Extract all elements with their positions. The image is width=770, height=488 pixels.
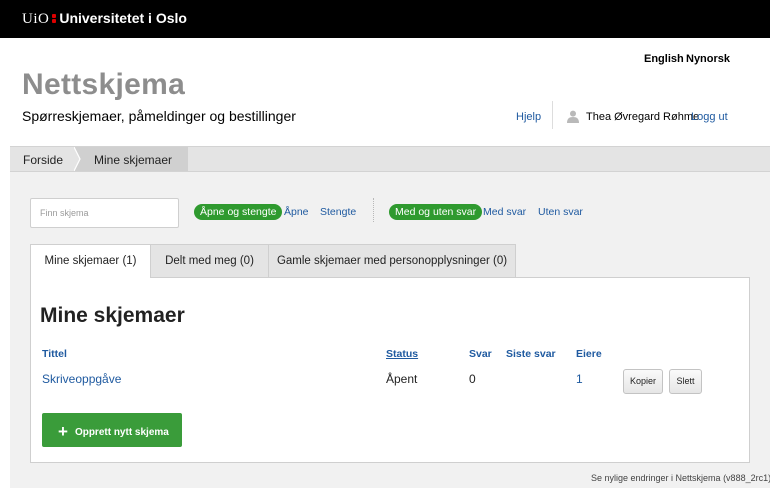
breadcrumb: Forside Mine skjemaer (10, 146, 770, 172)
tab-my-forms[interactable]: Mine skjemaer (1) (30, 244, 151, 278)
app-title[interactable]: Nettskjema (22, 68, 185, 102)
form-answers-count: 0 (469, 372, 476, 386)
plus-icon: + (58, 422, 68, 441)
logout-link[interactable]: Logg ut (691, 111, 728, 123)
create-form-label: Opprett nytt skjema (74, 427, 169, 438)
column-header-last-answer[interactable]: Siste svar (506, 348, 556, 360)
form-owners-link[interactable]: 1 (576, 372, 583, 386)
breadcrumb-current: Mine skjemaer (82, 147, 189, 171)
header-divider (552, 101, 553, 129)
filter-divider (373, 198, 374, 222)
uio-logo[interactable]: UiO Universitetet i Oslo (22, 10, 187, 28)
tab-shared-with-me[interactable]: Delt med meg (0) (150, 244, 269, 277)
form-title-link[interactable]: Skriveoppgåve (42, 372, 121, 386)
logo-separator-icon (51, 13, 57, 24)
create-form-button[interactable]: + Opprett nytt skjema (42, 413, 182, 447)
filter-without-answers-link[interactable]: Uten svar (538, 206, 583, 218)
forms-panel: Mine skjemaer Tittel Status Svar Siste s… (30, 277, 750, 463)
language-english-link[interactable]: English (644, 53, 684, 65)
panel-title: Mine skjemaer (40, 304, 185, 327)
filter-closed-link[interactable]: Stengte (320, 206, 356, 218)
column-header-title[interactable]: Tittel (42, 348, 67, 360)
filter-with-answers-link[interactable]: Med svar (483, 206, 526, 218)
tab-old-forms-personal-data[interactable]: Gamle skjemaer med personopplysninger (0… (268, 244, 516, 277)
column-header-answers[interactable]: Svar (469, 348, 492, 360)
help-link[interactable]: Hjelp (516, 111, 541, 123)
user-icon (567, 110, 579, 123)
breadcrumb-home-link[interactable]: Forside (23, 153, 63, 167)
changelog-link[interactable]: Se nylige endringer i Nettskjema (v888_2… (591, 473, 770, 483)
topbar: UiO Universitetet i Oslo (0, 0, 770, 38)
column-header-status[interactable]: Status (386, 348, 418, 360)
logo-name: Universitetet i Oslo (59, 10, 187, 26)
filter-open-and-closed-active[interactable]: Åpne og stengte (194, 204, 283, 220)
copy-button[interactable]: Kopier (623, 369, 663, 394)
column-header-owners[interactable]: Eiere (576, 348, 602, 360)
language-nynorsk-link[interactable]: Nynorsk (686, 53, 730, 65)
user-name: Thea Øvregard Røhme (586, 111, 700, 123)
filter-with-and-without-answers-active[interactable]: Med og uten svar (389, 204, 483, 220)
filter-open-link[interactable]: Åpne (284, 206, 309, 218)
form-status: Åpent (386, 372, 418, 386)
search-input[interactable] (30, 198, 179, 228)
delete-button[interactable]: Slett (669, 369, 702, 394)
logo-short: UiO (22, 11, 50, 27)
app-subtitle: Spørreskjemaer, påmeldinger og bestillin… (22, 108, 296, 124)
